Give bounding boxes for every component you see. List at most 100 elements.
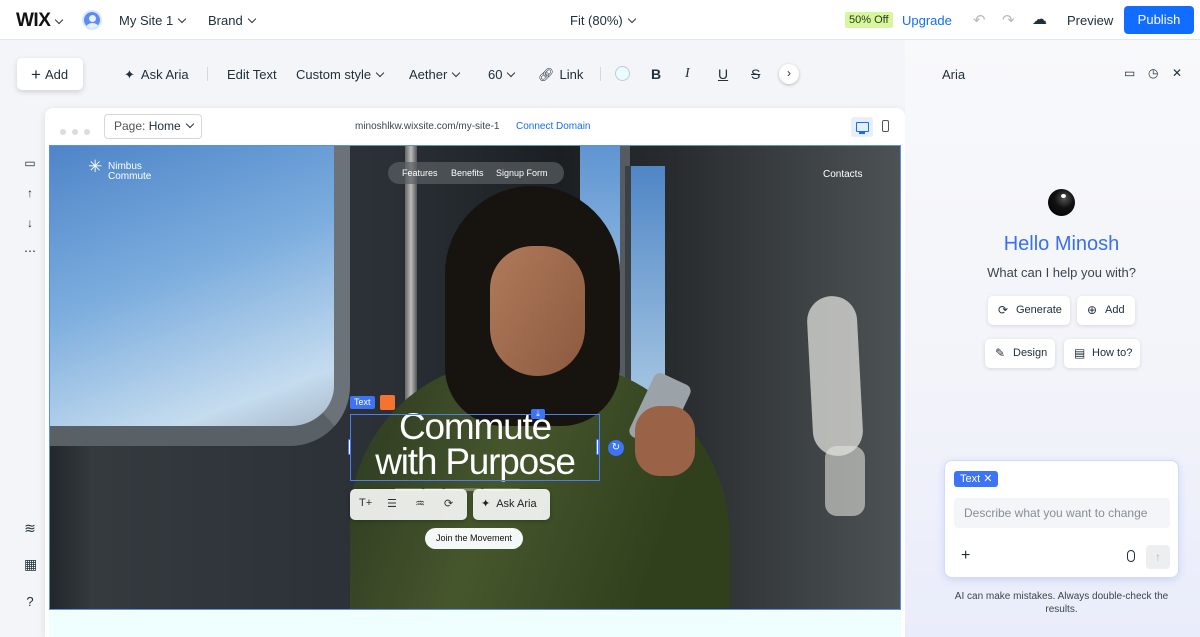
wix-logo[interactable]: WIX <box>16 10 64 32</box>
add-label: Add <box>44 67 69 82</box>
sparkle-icon: ✦ <box>481 498 491 510</box>
grid-icon[interactable]: ▦ <box>24 556 37 573</box>
underline-button[interactable]: U <box>718 66 728 82</box>
context-tag[interactable]: Text ✕ <box>954 471 999 487</box>
generate-chip[interactable]: ⟳ Generate <box>988 296 1070 325</box>
hero-image-window <box>50 146 350 446</box>
aria-prompt-input[interactable] <box>954 498 1170 528</box>
generate-chip-label: Generate <box>1016 304 1062 316</box>
chevron-down-icon <box>375 68 385 78</box>
voice-icon[interactable]: ♒ <box>415 497 425 510</box>
chevron-down-icon <box>185 119 194 129</box>
cloud-save-icon[interactable]: ☁ <box>1032 10 1047 28</box>
aria-greeting: Hello Minosh <box>1003 233 1120 255</box>
more-icon[interactable]: ⋯ <box>24 244 36 258</box>
sale-badge: 50% Off <box>845 12 893 28</box>
font-size-dropdown[interactable]: 60 <box>488 67 516 82</box>
add-button[interactable]: + Add <box>17 58 83 90</box>
design-chip[interactable]: ✎ Design <box>985 339 1055 368</box>
window-dots <box>60 123 96 138</box>
rotate-icon[interactable]: ↻ <box>608 440 624 456</box>
font-size-label: 60 <box>488 67 503 82</box>
redo-icon[interactable]: ↷ <box>1002 11 1015 29</box>
zoom-menu[interactable]: Fit (80%) <box>570 13 636 28</box>
animation-icon[interactable] <box>380 395 395 410</box>
floating-text-toolbar: T+ ☰ ♒ ⟳ <box>350 489 467 520</box>
hero-section[interactable]: ✳ Nimbus Commute Features Benefits Signup… <box>49 145 901 610</box>
brand-label: Brand <box>208 13 243 28</box>
aria-prompt-card: Text ✕ + ↑ <box>944 460 1179 578</box>
text-style-label: Custom style <box>296 67 372 82</box>
resize-handle[interactable] <box>348 439 351 455</box>
add-chip[interactable]: ⊕ Add <box>1077 296 1135 325</box>
logo-icon: ✳ <box>88 157 103 176</box>
next-section[interactable] <box>49 611 901 637</box>
hero-image-light <box>825 446 865 516</box>
ask-aria-floating-label: Ask Aria <box>496 498 537 510</box>
chevron-down-icon <box>247 14 256 24</box>
strikethrough-button[interactable]: S <box>751 66 760 82</box>
ask-aria-floating-button[interactable]: ✦ Ask Aria <box>473 489 550 520</box>
regenerate-icon[interactable]: ⟳ <box>444 497 453 510</box>
edit-text-button[interactable]: Edit Text <box>227 67 277 82</box>
upgrade-link[interactable]: Upgrade <box>902 13 952 28</box>
avatar[interactable] <box>82 10 102 30</box>
top-bar: WIX My Site 1 Brand Fit (80%) 50% Off Up… <box>0 0 1200 40</box>
move-up-icon[interactable]: ↑ <box>24 186 36 200</box>
text-style-dropdown[interactable]: Custom style <box>296 67 385 82</box>
font-dropdown[interactable]: Aether <box>409 67 461 82</box>
align-icon[interactable]: ☰ <box>387 497 397 510</box>
send-arrow-icon[interactable]: ↑ <box>1146 545 1170 569</box>
nav-item-signup[interactable]: Signup Form <box>496 162 548 184</box>
context-tag-label: Text <box>960 473 981 485</box>
attach-plus-icon[interactable]: + <box>961 547 970 565</box>
microphone-icon[interactable] <box>1127 550 1135 562</box>
font-label: Aether <box>409 67 448 82</box>
divider <box>207 67 208 81</box>
link-icon: 🔗︎ <box>538 67 555 82</box>
link-button[interactable]: 🔗︎ Link <box>538 67 583 83</box>
how-to-chip[interactable]: ▤ How to? <box>1064 339 1140 368</box>
page-label: Page: <box>114 119 146 133</box>
nav-item-contacts[interactable]: Contacts <box>823 169 862 180</box>
site-menu[interactable]: My Site 1 <box>119 13 187 28</box>
sparkle-icon: ✦ <box>124 67 135 82</box>
mobile-view-icon[interactable] <box>882 120 889 132</box>
layers-icon[interactable]: ≋ <box>24 520 36 537</box>
page-selector[interactable]: Page: Home <box>104 114 202 139</box>
section-icon[interactable]: ▭ <box>24 156 36 170</box>
join-button[interactable]: Join the Movement <box>425 528 523 549</box>
chat-icon[interactable]: ▭ <box>1124 66 1135 80</box>
preview-button[interactable]: Preview <box>1067 13 1113 28</box>
chevron-down-icon <box>55 15 64 25</box>
hero-image-person <box>490 246 585 376</box>
add-element-icon: ⊕ <box>1087 303 1098 317</box>
ask-aria-button[interactable]: ✦ Ask Aria <box>124 67 189 83</box>
hero-image-hand <box>635 406 695 476</box>
hero-image-window <box>625 166 665 396</box>
how-to-chip-label: How to? <box>1092 347 1133 359</box>
anchor-icon[interactable]: ⤓ <box>531 409 545 419</box>
resize-handle[interactable] <box>596 439 599 455</box>
text-size-icon[interactable]: T+ <box>359 497 372 509</box>
text-color-picker[interactable] <box>615 66 630 81</box>
aria-orb-icon <box>1048 189 1075 216</box>
wix-logo-text: WIX <box>16 10 51 31</box>
connect-domain-link[interactable]: Connect Domain <box>516 121 590 132</box>
aria-help-text: What can I help you with? <box>987 265 1136 280</box>
italic-button[interactable]: I <box>685 66 690 82</box>
close-icon[interactable]: ✕ <box>983 473 992 485</box>
nav-item-features[interactable]: Features <box>402 162 438 184</box>
move-down-icon[interactable]: ↓ <box>24 216 36 230</box>
publish-button[interactable]: Publish <box>1124 6 1194 34</box>
help-icon[interactable]: ? <box>24 594 36 609</box>
undo-icon[interactable]: ↶ <box>973 11 986 29</box>
brand-menu[interactable]: Brand <box>208 13 256 28</box>
history-icon[interactable]: ◷ <box>1148 66 1158 80</box>
page-name: Home <box>148 119 181 133</box>
bold-button[interactable]: B <box>651 66 661 82</box>
desktop-view-icon[interactable] <box>851 117 873 137</box>
nav-item-benefits[interactable]: Benefits <box>451 162 484 184</box>
close-icon[interactable]: ✕ <box>1172 66 1182 80</box>
chevron-right-icon[interactable]: › <box>779 64 799 84</box>
